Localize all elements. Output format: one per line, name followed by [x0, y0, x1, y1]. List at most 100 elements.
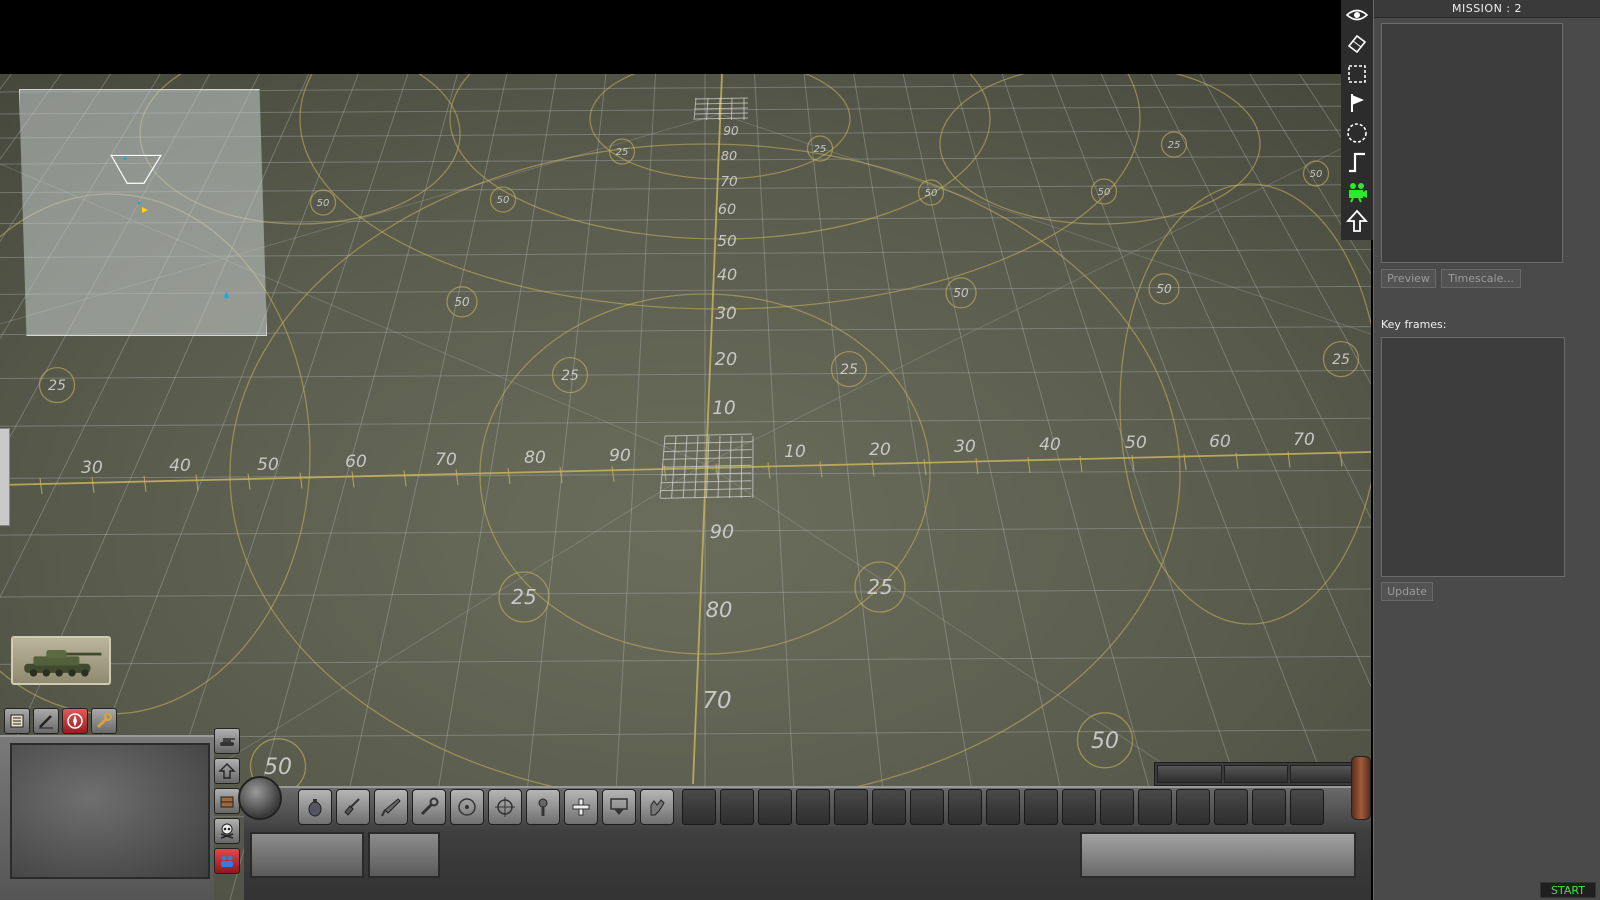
repair-tool-button[interactable]	[412, 789, 446, 825]
ring-label: 50	[1310, 169, 1323, 180]
action-slot[interactable]	[758, 789, 792, 825]
tank-icon	[220, 738, 235, 746]
action-slot[interactable]	[682, 789, 716, 825]
range-label: 50	[717, 232, 736, 250]
arrow-up-icon	[218, 763, 236, 779]
tab-wrench[interactable]	[91, 708, 117, 734]
throttle-lever[interactable]	[1351, 756, 1371, 820]
range-label: 30	[81, 458, 103, 478]
tab-pencil[interactable]	[33, 708, 59, 734]
kill-button[interactable]	[214, 818, 240, 844]
ring-label: 50	[497, 195, 510, 206]
action-slot[interactable]	[1214, 789, 1248, 825]
tank-button[interactable]	[214, 728, 240, 754]
tab-compass[interactable]	[62, 708, 88, 734]
hand-button[interactable]	[640, 789, 674, 825]
range-label: 90	[723, 124, 739, 138]
tool-circle[interactable]	[1341, 118, 1373, 148]
ring-label: 25	[867, 575, 892, 599]
eraser-icon	[1347, 35, 1367, 54]
start-button[interactable]: START	[1540, 882, 1596, 898]
action-slot[interactable]	[948, 789, 982, 825]
pencil-icon	[39, 715, 53, 729]
action-slot[interactable]	[834, 789, 868, 825]
unload-button[interactable]	[214, 758, 240, 784]
ring-label: 25	[1332, 352, 1350, 368]
plus-icon	[572, 798, 590, 816]
wrench-icon	[96, 713, 112, 729]
repair-button[interactable]	[526, 789, 560, 825]
range-label: 60	[345, 452, 367, 472]
action-slot[interactable]	[872, 789, 906, 825]
tab-list[interactable]	[4, 708, 30, 734]
range-label: 10	[784, 442, 806, 462]
action-bar	[298, 789, 674, 825]
range-label: 20	[869, 440, 891, 460]
editor-toolbar	[1341, 0, 1373, 240]
minimap-player-marker	[142, 207, 148, 213]
range-label: 80	[721, 149, 737, 164]
drop-button[interactable]	[602, 789, 636, 825]
minimap-unit-marker	[123, 156, 127, 161]
mission-panel: MISSION : 2 Preview Timescale... Key fra…	[1373, 0, 1600, 900]
knife-button[interactable]	[374, 789, 408, 825]
action-slot[interactable]	[1062, 789, 1096, 825]
range-label: 20	[715, 350, 737, 370]
compass-icon	[67, 713, 83, 729]
range-label: 70	[720, 174, 737, 190]
ring-label: 50	[1098, 187, 1111, 198]
tool-eye[interactable]	[1341, 0, 1373, 30]
update-button[interactable]: Update	[1381, 582, 1433, 601]
preview-area[interactable]	[1381, 23, 1563, 263]
hud-status-panel	[250, 832, 364, 878]
rotation-knob[interactable]	[238, 776, 282, 820]
range-label: 40	[1039, 435, 1061, 455]
action-slot[interactable]	[796, 789, 830, 825]
action-slot[interactable]	[910, 789, 944, 825]
range-label: 10	[712, 398, 735, 419]
shovel-button[interactable]	[336, 789, 370, 825]
action-slot[interactable]	[1100, 789, 1134, 825]
tool-eraser[interactable]	[1341, 30, 1373, 60]
ring-label: 25	[840, 362, 858, 378]
ring-label: 25	[561, 368, 579, 384]
add-button[interactable]	[564, 789, 598, 825]
minimap[interactable]	[19, 89, 267, 336]
grenade-button[interactable]	[298, 789, 332, 825]
action-slot[interactable]	[1290, 789, 1324, 825]
unit-portrait[interactable]	[11, 636, 111, 685]
action-slot[interactable]	[1176, 789, 1210, 825]
keyframes-list[interactable]	[1381, 337, 1565, 577]
range-label: 50	[1125, 433, 1147, 453]
timescale-button[interactable]: Timescale...	[1441, 269, 1521, 288]
crosshair-button[interactable]	[488, 789, 522, 825]
tank-icon	[24, 649, 102, 677]
range-label: 40	[169, 456, 191, 476]
ring-label: 25	[616, 147, 629, 158]
skull-icon	[220, 823, 234, 839]
range-label: 30	[715, 303, 736, 323]
action-slot[interactable]	[1138, 789, 1172, 825]
ring-label: 50	[953, 286, 969, 300]
action-slot[interactable]	[1252, 789, 1286, 825]
team-button[interactable]	[214, 848, 240, 874]
action-slot[interactable]	[720, 789, 754, 825]
action-slot[interactable]	[986, 789, 1020, 825]
preview-button[interactable]: Preview	[1381, 269, 1436, 288]
circle-icon	[1347, 122, 1367, 143]
range-label: 70	[435, 450, 457, 470]
tool-up[interactable]	[1341, 207, 1373, 237]
range-label: 90	[710, 521, 734, 543]
ring-label: 25	[1168, 140, 1181, 151]
supply-button[interactable]	[214, 788, 240, 814]
target-button[interactable]	[450, 789, 484, 825]
crate-icon	[220, 796, 234, 808]
tool-flag[interactable]	[1341, 89, 1373, 119]
action-slot[interactable]	[1024, 789, 1058, 825]
left-edge-tab[interactable]	[0, 428, 10, 526]
tool-select[interactable]	[1341, 59, 1373, 89]
tool-camera[interactable]	[1341, 177, 1373, 207]
drop-icon	[610, 798, 628, 815]
minimap-unit-marker	[223, 291, 230, 299]
tool-path[interactable]	[1341, 148, 1373, 178]
